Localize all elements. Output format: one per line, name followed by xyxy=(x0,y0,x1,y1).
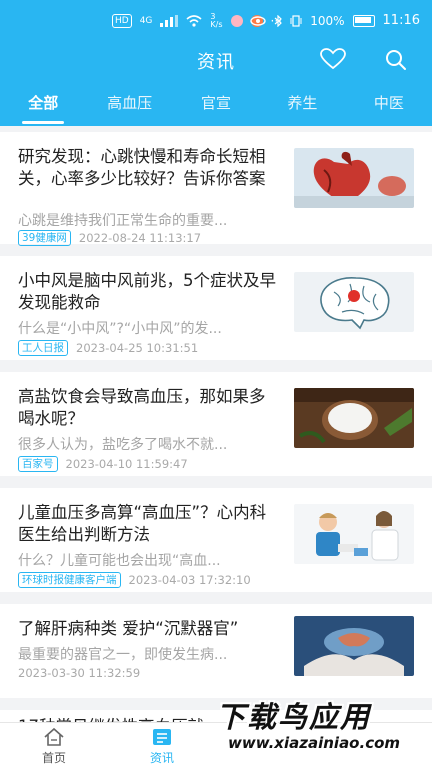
source-tag: 39健康网 xyxy=(18,230,71,246)
top-header: HD 4G 3 K/s ··· 100% 11:16 资讯 全部 高血压 官宣 … xyxy=(0,0,432,126)
nav-news[interactable]: 资讯 xyxy=(108,723,216,769)
nav-home-label: 首页 xyxy=(41,751,66,765)
wifi-icon xyxy=(186,15,202,27)
article-title: 研究发现：心跳快慢和寿命长短相关，心率多少比较好？告诉你答案 xyxy=(18,147,266,188)
article-meta: 39健康网 2022-08-24 11:13:17 xyxy=(18,230,201,246)
status-bar: HD 4G 3 K/s ··· 100% 11:16 xyxy=(0,0,432,40)
watermark-logo-text: 下载鸟应用 xyxy=(216,700,372,734)
salt-bowl-thumbnail xyxy=(294,388,414,448)
favorite-heart-icon[interactable] xyxy=(320,48,346,70)
tab-official[interactable]: 官宣 xyxy=(173,86,259,126)
tab-hypertension[interactable]: 高血压 xyxy=(86,86,172,126)
child-blood-pressure-thumbnail xyxy=(294,504,414,564)
clock: 11:16 xyxy=(382,13,420,28)
article-card[interactable]: 研究发现：心跳快慢和寿命长短相关，心率多少比较好？告诉你答案 心跳是维持我们正常… xyxy=(0,132,432,246)
home-icon xyxy=(44,727,64,746)
search-icon[interactable] xyxy=(384,48,408,72)
app-notification-icon xyxy=(230,15,243,27)
article-card[interactable]: 小中风是脑中风前兆，5个症状及早发现能救命 什么是“小中风”?“小中风”的发..… xyxy=(0,256,432,360)
hands-liver-thumbnail xyxy=(294,616,414,676)
status-right-group: 100% 11:16 xyxy=(250,13,420,28)
article-card[interactable]: 儿童血压多高算“高血压”？心内科医生给出判断方法 什么？儿童可能也会出现“高血.… xyxy=(0,488,432,592)
article-summary: 心跳是维持我们正常生命的重要... xyxy=(18,213,228,229)
article-card[interactable]: 高盐饮食会导致高血压，那如果多喝水呢？ 很多人认为，盐吃多了喝水不就... 百家… xyxy=(0,372,432,476)
source-tag: 工人日报 xyxy=(18,340,68,356)
battery-icon xyxy=(352,14,375,27)
network-badge: HD xyxy=(112,14,132,28)
tab-all[interactable]: 全部 xyxy=(0,86,86,126)
article-meta: 2023-03-30 11:32:59 xyxy=(18,666,140,680)
tab-tcm[interactable]: 中医 xyxy=(346,86,432,126)
signal-icon xyxy=(160,15,179,27)
site-watermark: 下载鸟应用 www.xiazainiao.com xyxy=(214,694,432,768)
vibrate-icon xyxy=(290,14,302,27)
nav-home[interactable]: 首页 xyxy=(0,723,108,769)
article-summary: 什么是“小中风”?“小中风”的发... xyxy=(18,321,222,337)
article-time: 2023-04-25 10:31:51 xyxy=(76,341,199,355)
heart-illustration-thumbnail xyxy=(294,148,414,208)
article-title: 小中风是脑中风前兆，5个症状及早发现能救命 xyxy=(18,271,276,312)
category-tabs: 全部 高血压 官宣 养生 中医 xyxy=(0,86,432,126)
article-meta: 工人日报 2023-04-25 10:31:51 xyxy=(18,340,198,356)
article-title: 高盐饮食会导致高血压，那如果多喝水呢？ xyxy=(18,387,266,428)
article-time: 2023-03-30 11:32:59 xyxy=(18,666,141,680)
page-title: 资讯 xyxy=(197,52,235,73)
article-summary: 什么？儿童可能也会出现“高血... xyxy=(18,553,221,569)
article-time: 2023-04-10 11:59:47 xyxy=(65,457,188,471)
network-type: 4G xyxy=(139,16,153,26)
article-summary: 最重要的器官之一，即使发生病... xyxy=(18,647,228,663)
article-time: 2022-08-24 11:13:17 xyxy=(78,231,202,245)
bluetooth-icon xyxy=(274,14,283,27)
eye-icon xyxy=(250,15,266,26)
battery-percent: 100% xyxy=(310,13,345,28)
article-meta: 百家号 2023-04-10 11:59:47 xyxy=(18,456,188,472)
news-icon xyxy=(153,729,171,745)
source-tag: 环球时报健康客户端 xyxy=(18,572,121,588)
article-title: 儿童血压多高算“高血压”？心内科医生给出判断方法 xyxy=(18,503,267,544)
article-title: 了解肝病种类 爱护“沉默器官” xyxy=(18,619,239,638)
nav-news-label: 资讯 xyxy=(149,751,174,765)
tab-wellness[interactable]: 养生 xyxy=(259,86,345,126)
brain-illustration-thumbnail xyxy=(294,272,414,332)
article-summary: 很多人认为，盐吃多了喝水不就... xyxy=(18,437,228,453)
title-bar: 资讯 xyxy=(0,44,432,78)
source-tag: 百家号 xyxy=(18,456,58,472)
article-card[interactable]: 了解肝病种类 爱护“沉默器官” 最重要的器官之一，即使发生病... 2023-0… xyxy=(0,604,432,698)
network-speed: 3 K/s xyxy=(210,12,223,29)
watermark-url: www.xiazainiao.com xyxy=(228,734,401,752)
article-time: 2023-04-03 17:32:10 xyxy=(128,573,251,587)
article-meta: 环球时报健康客户端 2023-04-03 17:32:10 xyxy=(18,572,251,588)
